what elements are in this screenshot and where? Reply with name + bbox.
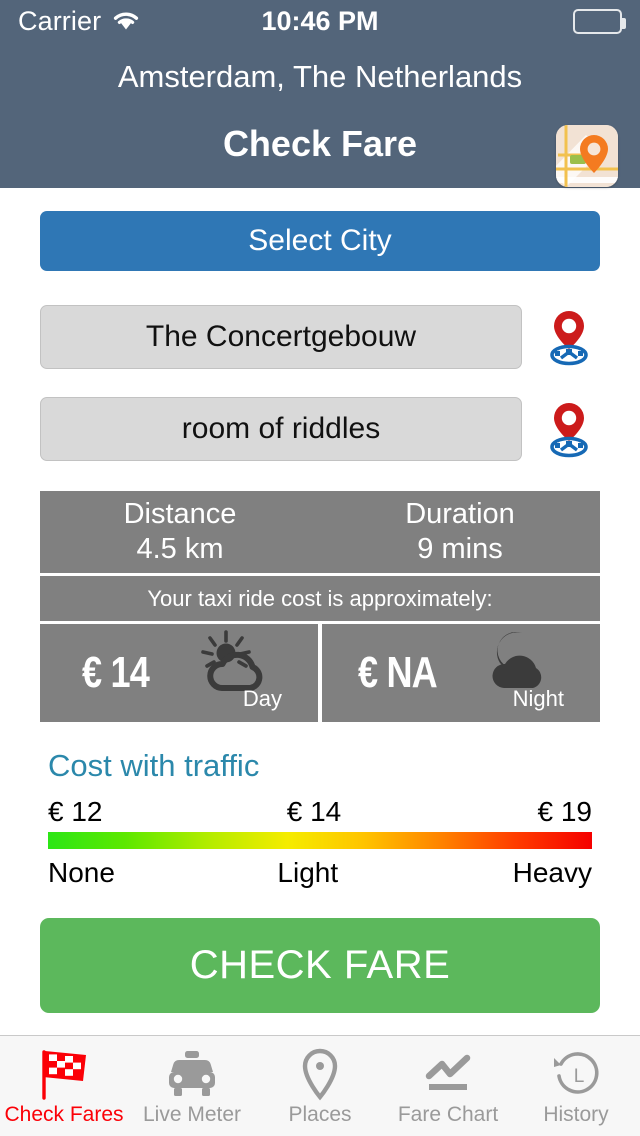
origin-map-marker-icon[interactable] [538,306,600,368]
fare-estimates-row: € 14 Day € NA Night [40,624,600,722]
tab-bar: Check Fares Live Meter Places Fare Chart… [0,1035,640,1136]
current-city-label: Amsterdam, The Netherlands [117,59,523,94]
traffic-title: Cost with traffic [48,748,260,783]
trip-info-panels: Distance 4.5 km Duration 9 mins Your tax… [40,491,600,722]
chart-line-icon [420,1045,476,1103]
day-fare-amount: € 14 [82,648,150,697]
traffic-level-row: None Light Heavy [48,857,592,889]
night-icon-box: Night [470,630,570,718]
page-title: Check Fare [222,123,418,164]
clock-history-icon: L [549,1045,603,1103]
map-pin-icon [297,1045,343,1103]
traffic-price-none: € 12 [48,796,103,827]
duration-block: Duration 9 mins [320,491,600,573]
map-pin-thumbnail-icon[interactable] [556,125,618,187]
svg-text:L: L [574,1066,585,1087]
tab-label-live-meter: Live Meter [142,1103,242,1126]
destination-row: room of riddles [40,397,600,461]
check-fare-button[interactable]: CHECK FARE [40,918,600,1013]
select-city-button[interactable]: Select City [40,211,600,271]
origin-input[interactable]: The Concertgebouw [40,305,522,369]
approx-cost-note: Your taxi ride cost is approximately: [40,576,600,621]
traffic-level-light: Light [277,857,339,888]
traffic-price-row: € 12 € 14 € 19 [48,796,592,828]
duration-label: Duration [405,497,515,530]
tab-label-check-fares: Check Fares [4,1103,124,1126]
destination-map-marker-icon[interactable] [538,398,600,460]
traffic-price-heavy: € 19 [537,796,593,827]
tab-history[interactable]: L History [512,1036,640,1136]
tab-places[interactable]: Places [256,1036,384,1136]
tab-label-fare-chart: Fare Chart [397,1103,499,1126]
day-caption: Day [242,686,282,711]
status-bar: Carrier 10:46 PM [0,0,640,42]
header-title-row: Check Fare [0,121,640,193]
traffic-level-none: None [48,857,115,888]
taxi-icon [163,1045,221,1103]
status-bar-right [573,8,626,34]
app-header: Carrier 10:46 PM Amsterdam, The Netherla… [0,0,640,188]
checkered-flag-icon [36,1045,92,1103]
traffic-price-light: € 14 [286,796,342,827]
tab-check-fares[interactable]: Check Fares [0,1036,128,1136]
tab-label-history: History [543,1103,609,1126]
traffic-gradient-bar [48,832,592,849]
battery-full-icon [573,8,626,34]
app-screen: Carrier 10:46 PM Amsterdam, The Netherla… [0,0,640,1136]
distance-duration-panel: Distance 4.5 km Duration 9 mins [40,491,600,573]
night-fare-cell: € NA Night [322,624,600,722]
day-icon-box: Day [188,630,288,718]
wifi-icon [111,9,141,33]
tab-live-meter[interactable]: Live Meter [128,1036,256,1136]
distance-block: Distance 4.5 km [40,491,320,573]
status-bar-left: Carrier [18,6,141,37]
day-fare-cell: € 14 Day [40,624,318,722]
distance-value: 4.5 km [136,533,224,565]
night-fare-amount: € NA [358,648,438,697]
traffic-cost-section: Cost with traffic € 12 € 14 € 19 None Li… [40,748,600,889]
night-caption: Night [512,686,564,711]
distance-label: Distance [123,497,237,530]
main-content: Select City The Concertgebouw room of ri… [0,188,640,1035]
duration-value: 9 mins [417,533,503,565]
tab-fare-chart[interactable]: Fare Chart [384,1036,512,1136]
carrier-label: Carrier [18,5,102,36]
origin-row: The Concertgebouw [40,305,600,369]
traffic-level-heavy: Heavy [512,857,592,888]
tab-label-places: Places [288,1103,352,1126]
destination-input[interactable]: room of riddles [40,397,522,461]
